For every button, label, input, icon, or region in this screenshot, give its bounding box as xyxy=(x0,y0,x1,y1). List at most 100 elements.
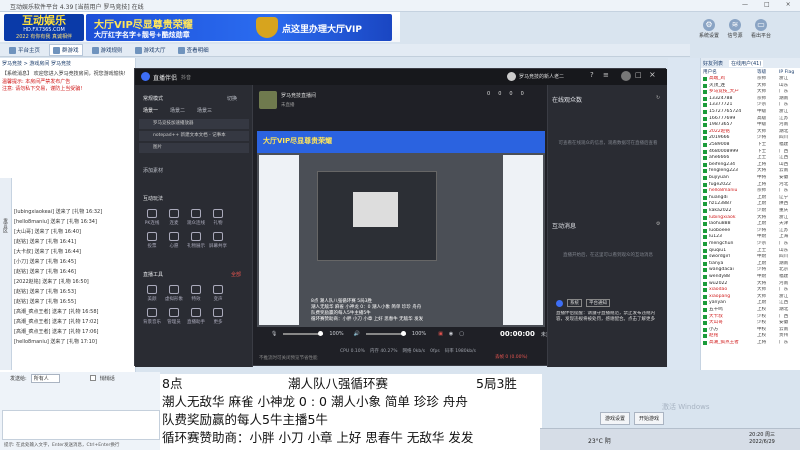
online-user-row[interactable]: ahe6666 上士 江西 xyxy=(703,155,800,161)
tools-more[interactable]: 全部 xyxy=(231,271,241,278)
online-user-row[interactable]: hz123887 上尉 陕西 xyxy=(703,201,800,207)
weather-widget[interactable]: 23°C 阴 xyxy=(588,436,611,445)
mic-icon[interactable]: 🎙 xyxy=(271,331,277,337)
online-user-row[interactable]: xiaodao 大师 广东 xyxy=(703,287,800,293)
online-user-row[interactable]: laohu888 上尉 天津 xyxy=(703,221,800,227)
online-user-row[interactable]: 13377721 少宗 广东 xyxy=(703,102,800,108)
interactive-item[interactable]: 连麦 xyxy=(163,209,185,226)
online-user-row[interactable]: qiuqiu1 上士 山东 xyxy=(703,248,800,254)
add-source-button[interactable]: 添加素材 xyxy=(143,167,163,174)
online-user-row[interactable]: xiaopang 大师 浙江 xyxy=(703,294,800,300)
minimize-button[interactable]: — xyxy=(742,1,748,8)
menu-icon[interactable]: ≡ xyxy=(603,71,609,79)
toolbar-details[interactable]: 查看明细 xyxy=(175,45,212,55)
tool-item[interactable]: 直播助手 xyxy=(185,308,207,325)
online-user-row[interactable]: 4680008999 下士 广西 xyxy=(703,149,800,155)
interactive-item[interactable]: 礼物展示 xyxy=(185,232,207,249)
mode-switch[interactable]: 切换 xyxy=(227,95,237,102)
col-level[interactable]: 等级 xyxy=(757,69,779,75)
close-button[interactable]: × xyxy=(786,1,791,8)
refresh-icon[interactable]: ↻ xyxy=(656,95,660,101)
online-user-row[interactable]: 赵铭 上校 贵州 xyxy=(703,333,800,339)
source-row[interactable]: 罗马竞技加速播放器 xyxy=(139,119,249,129)
camera-icon[interactable]: ◉ xyxy=(449,331,453,337)
game-settings-button[interactable]: 游戏设置 xyxy=(600,411,631,425)
help-icon[interactable]: ? xyxy=(590,71,594,79)
interactive-item[interactable]: PK连线 xyxy=(141,209,163,226)
online-user-row[interactable]: 灭顶_连 大师 山东 xyxy=(703,83,800,89)
speaker-slider[interactable] xyxy=(365,331,406,336)
tool-item[interactable]: 特效 xyxy=(185,285,207,302)
toolbar-home[interactable]: 平台主页 xyxy=(6,45,43,55)
screenshot-icon[interactable]: ▢ xyxy=(459,331,464,337)
col-username[interactable]: 用户名 xyxy=(703,69,757,75)
online-user-row[interactable]: 15727765724 中级 浙江 xyxy=(703,109,800,115)
interactive-item[interactable]: 屏幕共享 xyxy=(207,232,229,249)
start-game-button[interactable]: 开始游戏 xyxy=(634,411,665,425)
tool-item[interactable]: 美颜 xyxy=(141,285,163,302)
online-user-row[interactable]: 166777699 高级 江苏 xyxy=(703,116,800,122)
tab-scene-1[interactable]: 场景一 xyxy=(143,107,158,114)
source-row[interactable]: notepad++ 新建文本文档 - 记事本 xyxy=(139,131,249,141)
online-user-row[interactable]: swordgirl 中尉 四川 xyxy=(703,254,800,260)
system-settings-button[interactable]: ⚙ 系统设置 xyxy=(696,18,722,39)
toolbar-group-game[interactable]: 群游戏 xyxy=(49,44,83,56)
online-user-row[interactable]: 小方 中校 云南 xyxy=(703,327,800,333)
speaker-icon[interactable]: 🔊 xyxy=(354,331,360,337)
tab-platform-notice[interactable]: 平台通知 xyxy=(586,299,610,307)
col-ip-flag[interactable]: IP Flag xyxy=(779,70,794,75)
tab-online-users[interactable]: 在线用户(41) xyxy=(729,59,764,67)
interactive-item[interactable]: 礼物 xyxy=(207,209,229,226)
tool-item[interactable]: 变声 xyxy=(207,285,229,302)
online-user-row[interactable]: 13324788 宗师 湖南 xyxy=(703,96,800,102)
settings-icon[interactable]: ⚙ xyxy=(656,221,660,227)
interactive-item[interactable]: 观众连线 xyxy=(185,209,207,226)
tool-item[interactable]: 虚拟形象 xyxy=(163,285,185,302)
online-user-row[interactable]: luoboeee 少将 江苏 xyxy=(703,228,800,234)
user-avatar[interactable] xyxy=(507,72,516,81)
online-user-row[interactable]: kaka2022 少尉 重庆 xyxy=(703,208,800,214)
source-row[interactable]: 图片 xyxy=(139,143,249,153)
tool-item[interactable]: 更多 xyxy=(207,308,229,325)
online-user-row[interactable]: beifeng234 上将 山西 xyxy=(703,162,800,168)
signal-source-button[interactable]: ≋ 信号源 xyxy=(722,18,748,39)
tab-friends[interactable]: 好友列表 xyxy=(703,60,723,67)
whisper-checkbox[interactable] xyxy=(89,375,96,381)
site-logo[interactable]: 互动娱乐 HD.FX7365.COM 2022 有你有我 真诚相伴 xyxy=(4,14,84,41)
online-user-row[interactable]: 五十鸣 上校 湖北 xyxy=(703,307,800,313)
tab-system[interactable]: 系统 xyxy=(567,299,582,307)
online-user-row[interactable]: huangdi 上尉 辽宁 xyxy=(703,195,800,201)
online-user-row[interactable]: bujiyuan 中将 安徽 xyxy=(703,175,800,181)
online-user-row[interactable]: 2589008 下士 福建 xyxy=(703,142,800,148)
online-user-row[interactable]: yanyan 上尉 江西 xyxy=(703,300,800,306)
online-user-row[interactable]: tianya 上尉 湖南 xyxy=(703,261,800,267)
online-user-row[interactable]: 大山哥 少校 安徽 xyxy=(703,320,800,326)
online-user-row[interactable]: lu123 中尉 上海 xyxy=(703,234,800,240)
online-user-row[interactable]: fengleng223 大将 云南 xyxy=(703,168,800,174)
online-user-row[interactable]: fuge2022 上将 河北 xyxy=(703,182,800,188)
online-user-row[interactable]: 2019666 少将 四川 xyxy=(703,135,800,141)
vip-ad-banner[interactable]: 大厅VIP尽显尊贵荣耀 大厅红字名字+靓号+酷炫勋章 点这里办理大厅VIP xyxy=(86,14,392,41)
vip-cta[interactable]: 点这里办理大厅VIP xyxy=(282,22,362,35)
interactive-item[interactable]: 心愿 xyxy=(163,232,185,249)
record-icon[interactable]: ▣ xyxy=(438,331,443,337)
online-user-row[interactable]: wu2022 大将 河南 xyxy=(703,281,800,287)
online-user-row[interactable]: wendy88 中尉 福建 xyxy=(703,274,800,280)
minimize-icon[interactable] xyxy=(621,71,631,81)
platform-view-button[interactable]: ▭ 看出平台 xyxy=(748,18,774,39)
toolbar-hall[interactable]: 游戏大厅 xyxy=(132,45,169,55)
online-user-row[interactable]: 2022赵铭 大师 湖北 xyxy=(703,129,800,135)
interactive-item[interactable]: 投票 xyxy=(141,232,163,249)
tool-item[interactable]: 管理员 xyxy=(163,308,185,325)
toolbar-rules[interactable]: 游戏规则 xyxy=(89,45,126,55)
mic-slider[interactable] xyxy=(283,331,324,336)
online-user-row[interactable]: 19873657 中级 河南 xyxy=(703,122,800,128)
online-user-row[interactable]: mengchun 少宗 广东 xyxy=(703,241,800,247)
chat-compose-input[interactable] xyxy=(2,410,160,440)
online-user-row[interactable]: 大卡叔 少校 广西 xyxy=(703,314,800,320)
online-user-row[interactable]: 高端_鸡 宗师 浙江 xyxy=(703,76,800,82)
tab-scene-3[interactable]: 场景三 xyxy=(197,107,212,114)
stream-cover[interactable] xyxy=(259,91,277,109)
close-icon[interactable]: × xyxy=(649,70,656,79)
maximize-button[interactable]: □ xyxy=(764,1,770,8)
